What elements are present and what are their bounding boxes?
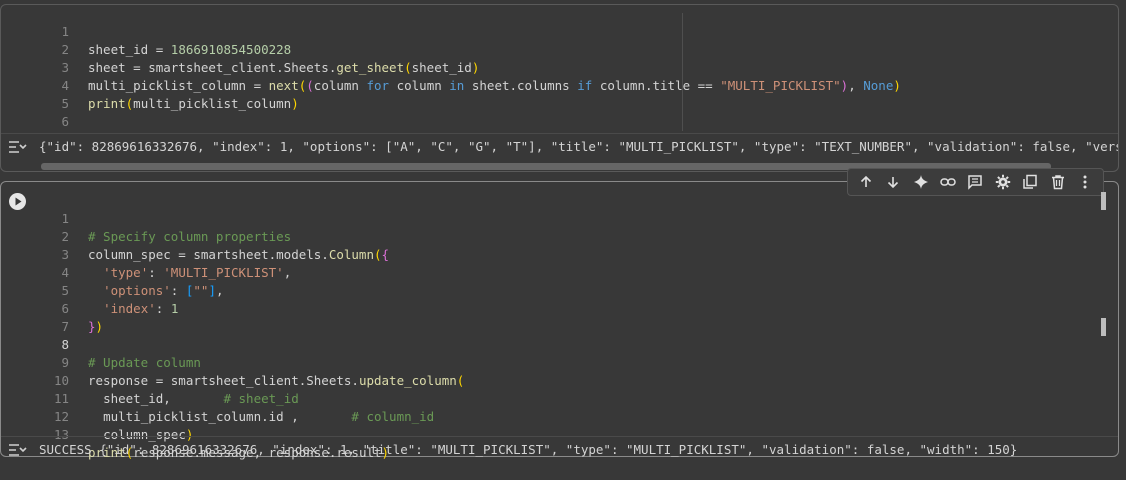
code-line: 2 sheet = smartsheet_client.Sheets.get_s… (31, 23, 1118, 75)
play-icon (15, 197, 22, 206)
code-line: 7 (31, 300, 1118, 334)
vertical-scrollbar-thumb[interactable] (1101, 192, 1106, 210)
mirror-cell-button[interactable] (1019, 171, 1041, 193)
code-line: 4 print(multi_picklist_column) (31, 59, 1118, 111)
move-up-button[interactable] (855, 171, 877, 193)
sparkle-icon (913, 175, 928, 189)
code-line: 3 multi_picklist_column = next((column f… (31, 41, 1118, 93)
code-line: 12 column_spec) (31, 390, 1118, 442)
copy-link-button[interactable] (937, 171, 959, 193)
link-icon (940, 178, 956, 186)
more-vert-icon (1083, 175, 1087, 189)
delete-cell-button[interactable] (1047, 171, 1069, 193)
output-toggle-icon[interactable] (7, 140, 27, 154)
code-line: 13 print(response.message, response.resu… (31, 408, 1118, 460)
code-line: 2 column_spec = smartsheet.models.Column… (31, 210, 1118, 262)
cell-output: SUCCESS {"id": 82869616332676, "index": … (1, 436, 1118, 463)
code-cell-2[interactable]: 1 # Specify column properties 2 column_s… (0, 168, 1119, 460)
indent-guide (682, 13, 683, 131)
code-cell-1[interactable]: 1 sheet_id = 1866910854500228 2 sheet = … (0, 4, 1119, 172)
line-number: 6 (61, 114, 69, 129)
output-toggle-icon[interactable] (7, 443, 27, 457)
comment-button[interactable] (964, 171, 986, 193)
comment-icon (968, 175, 983, 190)
code-line: 1 sheet_id = 1866910854500228 (31, 5, 1118, 57)
code-line: 6 }) (31, 282, 1118, 334)
output-text: SUCCESS {"id": 82869616332676, "index": … (39, 442, 1018, 457)
arrow-up-icon (860, 175, 871, 187)
code-line: 9 response = smartsheet_client.Sheets.up… (31, 336, 1118, 388)
code-line: 10 sheet_id, # sheet_id (31, 354, 1118, 406)
run-cell-button[interactable] (9, 193, 26, 210)
vertical-scrollbar-marker[interactable] (1101, 318, 1106, 336)
code-line: 11 multi_picklist_column.id , # column_i… (31, 372, 1118, 424)
code-line: 6 (31, 95, 1118, 129)
arrow-down-icon (888, 177, 899, 189)
code-line: 4 'options': [""], (31, 246, 1118, 298)
gear-icon (995, 174, 1011, 190)
code-line: 1 # Specify column properties (31, 192, 1118, 244)
cell-output: {"id": 82869616332676, "index": 1, "opti… (1, 133, 1118, 160)
more-actions-button[interactable] (1074, 171, 1096, 193)
code-line: 5 (31, 77, 1118, 111)
settings-button[interactable] (992, 171, 1014, 193)
code-editor[interactable]: 1 # Specify column properties 2 column_s… (31, 192, 1118, 460)
ai-assist-button[interactable] (910, 171, 932, 193)
mirror-icon (1023, 174, 1038, 189)
move-down-button[interactable] (882, 171, 904, 193)
code-editor[interactable]: 1 sheet_id = 1866910854500228 2 sheet = … (31, 5, 1118, 131)
trash-icon (1051, 175, 1064, 190)
code-line: 8 # Update column (31, 318, 1118, 370)
code-line: 5 'index': 1 (31, 264, 1118, 316)
code-line: 3 'type': 'MULTI_PICKLIST', (31, 228, 1118, 280)
output-text: {"id": 82869616332676, "index": 1, "opti… (39, 139, 1118, 154)
